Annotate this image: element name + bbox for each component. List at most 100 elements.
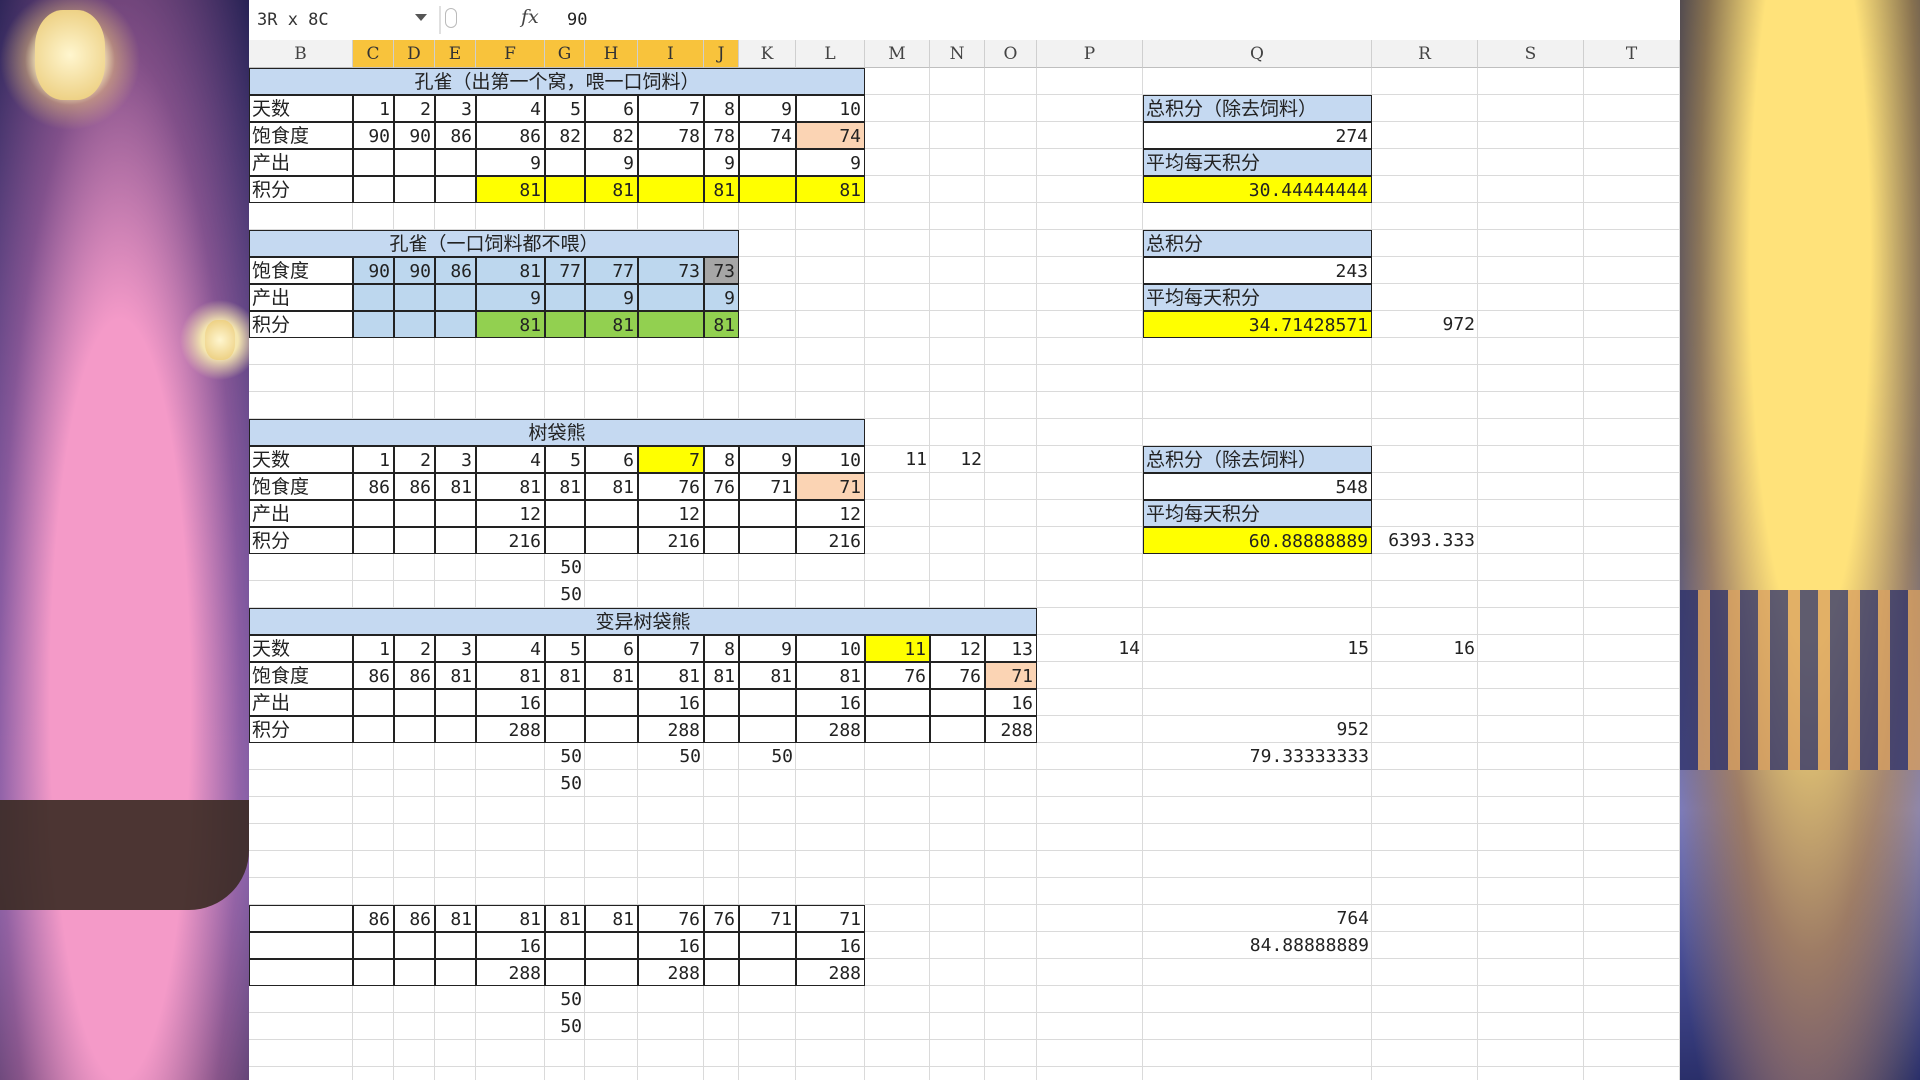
data-cell[interactable]: [545, 932, 585, 959]
data-cell[interactable]: [545, 311, 585, 338]
feed-cell[interactable]: 50: [545, 986, 585, 1013]
data-cell[interactable]: 76: [704, 473, 739, 500]
data-cell[interactable]: 86: [435, 257, 476, 284]
data-cell[interactable]: [435, 500, 476, 527]
data-cell[interactable]: 14: [1037, 635, 1143, 662]
data-cell[interactable]: [930, 716, 985, 743]
data-cell[interactable]: 12: [476, 500, 545, 527]
data-cell[interactable]: 9: [704, 284, 739, 311]
data-cell[interactable]: [353, 149, 394, 176]
data-cell[interactable]: [394, 284, 435, 311]
summary-value[interactable]: 30.44444444: [1143, 176, 1372, 203]
data-cell[interactable]: 3: [435, 95, 476, 122]
data-cell[interactable]: [353, 500, 394, 527]
column-header-t[interactable]: T: [1584, 40, 1680, 68]
data-cell[interactable]: 12: [930, 635, 985, 662]
data-cell[interactable]: 81: [704, 662, 739, 689]
data-cell[interactable]: [394, 176, 435, 203]
data-cell[interactable]: [545, 716, 585, 743]
row-label[interactable]: [249, 959, 353, 986]
data-cell[interactable]: 7: [638, 635, 704, 662]
data-cell[interactable]: [353, 959, 394, 986]
data-cell[interactable]: 76: [704, 905, 739, 932]
data-cell[interactable]: 81: [545, 905, 585, 932]
data-cell[interactable]: 216: [796, 527, 865, 554]
data-cell[interactable]: 16: [638, 689, 704, 716]
data-cell[interactable]: [435, 176, 476, 203]
data-cell[interactable]: [704, 527, 739, 554]
data-cell[interactable]: 288: [476, 959, 545, 986]
data-cell[interactable]: [865, 716, 930, 743]
data-cell[interactable]: 9: [796, 149, 865, 176]
data-cell[interactable]: [394, 689, 435, 716]
data-cell[interactable]: [435, 527, 476, 554]
data-cell[interactable]: [930, 689, 985, 716]
column-header-r[interactable]: R: [1372, 40, 1478, 68]
row-label[interactable]: 饱食度: [249, 662, 353, 689]
row-label[interactable]: 天数: [249, 635, 353, 662]
column-header-p[interactable]: P: [1037, 40, 1143, 68]
data-cell[interactable]: [739, 689, 796, 716]
data-cell[interactable]: 74: [739, 122, 796, 149]
data-cell[interactable]: 9: [585, 149, 638, 176]
data-cell[interactable]: 11: [865, 635, 930, 662]
data-cell[interactable]: 3: [435, 446, 476, 473]
name-box[interactable]: 3R x 8C: [257, 8, 427, 32]
column-header-d[interactable]: D: [394, 40, 435, 68]
summary-extra[interactable]: 972: [1372, 311, 1478, 338]
data-cell[interactable]: [435, 284, 476, 311]
data-cell[interactable]: [545, 527, 585, 554]
data-cell[interactable]: 77: [585, 257, 638, 284]
column-header-l[interactable]: L: [796, 40, 865, 68]
data-cell[interactable]: 15: [1143, 635, 1372, 662]
data-cell[interactable]: 81: [704, 176, 739, 203]
summary-value[interactable]: 243: [1143, 257, 1372, 284]
data-cell[interactable]: 216: [476, 527, 545, 554]
data-cell[interactable]: 16: [985, 689, 1037, 716]
data-cell[interactable]: [638, 311, 704, 338]
data-cell[interactable]: [394, 149, 435, 176]
data-cell[interactable]: [585, 689, 638, 716]
data-cell[interactable]: [704, 716, 739, 743]
data-cell[interactable]: [353, 716, 394, 743]
data-cell[interactable]: [585, 500, 638, 527]
data-cell[interactable]: 71: [985, 662, 1037, 689]
data-cell[interactable]: 288: [796, 716, 865, 743]
data-cell[interactable]: 16: [476, 689, 545, 716]
column-header-b[interactable]: B: [249, 40, 353, 68]
data-cell[interactable]: 86: [394, 905, 435, 932]
data-cell[interactable]: 81: [476, 176, 545, 203]
row-label[interactable]: 产出: [249, 149, 353, 176]
summary-label[interactable]: 总积分（除去饲料）: [1143, 446, 1372, 473]
data-cell[interactable]: 76: [638, 473, 704, 500]
data-cell[interactable]: 8: [704, 446, 739, 473]
formula-bar-resize-handle[interactable]: [445, 8, 457, 28]
data-cell[interactable]: [353, 932, 394, 959]
data-cell[interactable]: 13: [985, 635, 1037, 662]
data-cell[interactable]: 90: [353, 122, 394, 149]
data-cell[interactable]: 5: [545, 95, 585, 122]
section-title[interactable]: 树袋熊: [249, 419, 865, 446]
data-cell[interactable]: [545, 500, 585, 527]
data-cell[interactable]: 16: [796, 932, 865, 959]
data-cell[interactable]: 76: [865, 662, 930, 689]
data-cell[interactable]: 9: [585, 284, 638, 311]
row-label[interactable]: 饱食度: [249, 122, 353, 149]
name-box-dropdown-icon[interactable]: [415, 14, 427, 21]
data-cell[interactable]: [545, 284, 585, 311]
data-cell[interactable]: 216: [638, 527, 704, 554]
data-cell[interactable]: 7: [638, 95, 704, 122]
column-header-c[interactable]: C: [353, 40, 394, 68]
data-cell[interactable]: 76: [638, 905, 704, 932]
column-header-f[interactable]: F: [476, 40, 545, 68]
feed-cell[interactable]: 50: [638, 743, 704, 770]
data-cell[interactable]: [435, 149, 476, 176]
data-cell[interactable]: 90: [394, 122, 435, 149]
data-cell[interactable]: [638, 149, 704, 176]
data-cell[interactable]: 81: [476, 905, 545, 932]
row-label[interactable]: 积分: [249, 176, 353, 203]
data-cell[interactable]: [435, 959, 476, 986]
data-cell[interactable]: 10: [796, 95, 865, 122]
data-cell[interactable]: [704, 689, 739, 716]
feed-cell[interactable]: 50: [545, 581, 585, 608]
